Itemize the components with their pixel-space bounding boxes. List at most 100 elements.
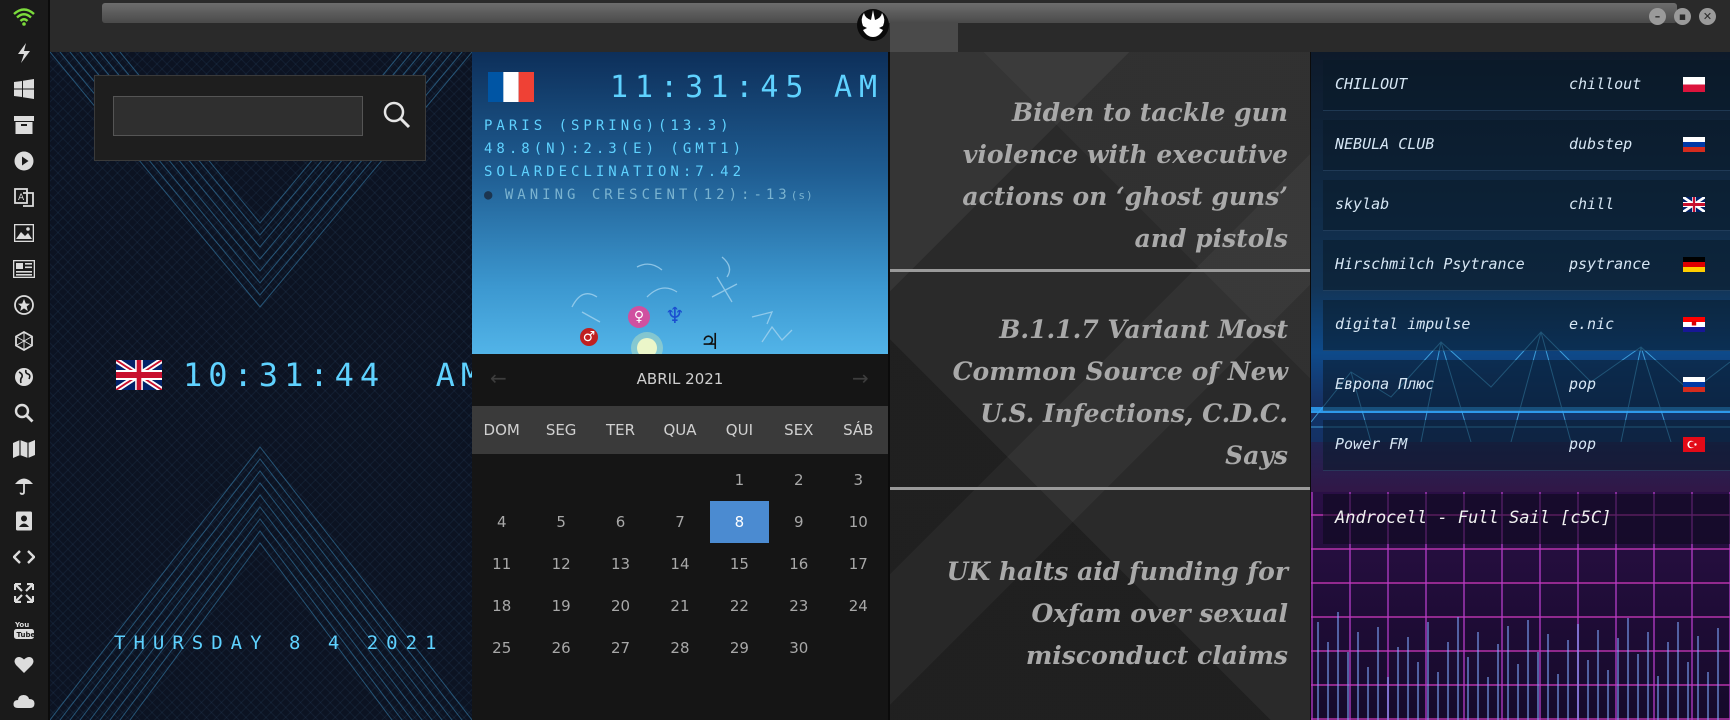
calendar-day[interactable] xyxy=(531,459,590,501)
calendar-day[interactable]: 23 xyxy=(769,585,828,627)
lightning-icon[interactable] xyxy=(11,40,37,66)
play-icon[interactable] xyxy=(11,148,37,174)
uk-time-value: 10:31:44 xyxy=(183,356,386,394)
minimize-button[interactable]: – xyxy=(1649,8,1666,25)
calendar-day[interactable]: 25 xyxy=(472,627,531,669)
windows-icon[interactable] xyxy=(11,76,37,102)
calendar-day[interactable]: 15 xyxy=(710,543,769,585)
calendar-week: 4 5 6 7 8 9 10 xyxy=(472,501,888,543)
calendar-empty xyxy=(472,459,531,501)
calendar-day[interactable]: 1 xyxy=(710,459,769,501)
radio-station[interactable]: digital impulse e.nic xyxy=(1323,300,1730,351)
expand-icon[interactable] xyxy=(11,580,37,606)
news-headline[interactable]: B.1.1.7 Variant Most Common Source of Ne… xyxy=(910,309,1288,477)
calendar-day[interactable]: 3 xyxy=(829,459,888,501)
news-icon[interactable] xyxy=(11,256,37,282)
calendar-day[interactable]: 26 xyxy=(531,627,590,669)
code-icon[interactable] xyxy=(11,544,37,570)
uk-time: 10:31:44 AM xyxy=(183,356,472,394)
news-divider xyxy=(890,269,1310,272)
calendar-day[interactable]: 21 xyxy=(650,585,709,627)
radio-station[interactable]: NEBULA CLUB dubstep xyxy=(1323,120,1730,171)
venus-symbol: ♀ xyxy=(628,306,650,328)
svg-text:You: You xyxy=(14,621,29,629)
calendar-day[interactable] xyxy=(650,459,709,501)
star-badge-icon[interactable] xyxy=(11,292,37,318)
calendar-day-selected[interactable]: 8 xyxy=(709,501,770,543)
station-name: Европа Плюс xyxy=(1335,375,1435,393)
globe-icon[interactable] xyxy=(11,364,37,390)
svg-text:A: A xyxy=(18,193,25,203)
news-headline[interactable]: Biden to tackle gun violence with execut… xyxy=(910,92,1288,260)
station-genre: pop xyxy=(1569,435,1597,453)
france-flag-icon xyxy=(488,72,534,102)
calendar-day[interactable]: 12 xyxy=(531,543,590,585)
search-box xyxy=(94,75,426,161)
weekday-fri: SEX xyxy=(784,421,814,439)
moon-phase-suffix: (s) xyxy=(790,189,814,202)
calendar-day[interactable]: 20 xyxy=(591,585,650,627)
audio-visualizer xyxy=(1317,612,1719,720)
now-playing[interactable]: Androcell - Full Sail [c5C] xyxy=(1323,494,1730,544)
calendar-day[interactable]: 6 xyxy=(591,501,650,543)
contacts-icon[interactable] xyxy=(11,508,37,534)
hexagon-icon[interactable] xyxy=(11,328,37,354)
radio-station[interactable]: Power FM pop xyxy=(1323,420,1730,471)
wifi-icon[interactable] xyxy=(11,4,37,30)
calendar-day[interactable]: 14 xyxy=(650,543,709,585)
search-input[interactable] xyxy=(113,96,363,136)
paris-time: 11:31:45 xyxy=(610,70,811,105)
calendar-day[interactable]: 27 xyxy=(591,627,650,669)
calendar-grid: 1 2 3 4 5 6 7 8 9 10 11 12 13 14 15 16 1… xyxy=(472,459,888,669)
search-button[interactable] xyxy=(377,96,417,136)
radio-station[interactable]: Европа Плюс pop xyxy=(1323,360,1730,411)
calendar-day[interactable]: 28 xyxy=(650,627,709,669)
paris-moon-phase: ● WANING CRESCENT(12):-13(s) xyxy=(484,187,814,203)
logo-tab[interactable] xyxy=(890,22,958,52)
calendar-day[interactable]: 17 xyxy=(829,543,888,585)
calendar-day[interactable]: 4 xyxy=(472,501,531,543)
heart-icon[interactable] xyxy=(11,652,37,678)
calendar-day[interactable]: 24 xyxy=(829,585,888,627)
calendar-day[interactable]: 7 xyxy=(650,501,709,543)
cloud-icon[interactable] xyxy=(11,688,37,714)
next-month-button[interactable]: → xyxy=(852,366,869,390)
umbrella-icon[interactable] xyxy=(11,472,37,498)
calendar-week: 18 19 20 21 22 23 24 xyxy=(472,585,888,627)
calendar-day[interactable]: 18 xyxy=(472,585,531,627)
news-headline[interactable]: UK halts aid funding for Oxfam over sexu… xyxy=(910,551,1288,677)
station-name: digital impulse xyxy=(1335,315,1471,333)
calendar-day[interactable]: 19 xyxy=(531,585,590,627)
paris-ampm: AM xyxy=(834,70,885,105)
map-icon[interactable] xyxy=(11,436,37,462)
calendar-day[interactable]: 22 xyxy=(710,585,769,627)
translate-icon[interactable]: A xyxy=(11,184,37,210)
radio-station[interactable]: CHILLOUT chillout xyxy=(1323,60,1730,111)
weekday-sun: DOM xyxy=(483,421,520,439)
archive-icon[interactable] xyxy=(11,112,37,138)
calendar-day[interactable]: 30 xyxy=(769,627,828,669)
search-icon[interactable] xyxy=(11,400,37,426)
calendar-day[interactable]: 9 xyxy=(769,501,828,543)
image-icon[interactable] xyxy=(11,220,37,246)
news-divider xyxy=(890,487,1310,490)
calendar-day[interactable]: 11 xyxy=(472,543,531,585)
youtube-icon[interactable]: You Tube xyxy=(11,616,37,642)
radio-panel: CHILLOUT chillout NEBULA CLUB dubstep sk… xyxy=(1311,52,1730,720)
calendar-day[interactable]: 2 xyxy=(769,459,828,501)
calendar-day[interactable]: 10 xyxy=(829,501,888,543)
calendar-day[interactable]: 13 xyxy=(591,543,650,585)
calendar-day[interactable] xyxy=(591,459,650,501)
calendar-week: 1 2 3 xyxy=(472,459,888,501)
maximize-button[interactable]: ▪ xyxy=(1674,8,1691,25)
calendar-day[interactable]: 5 xyxy=(531,501,590,543)
calendar-day[interactable]: 29 xyxy=(710,627,769,669)
calendar-day[interactable]: 16 xyxy=(769,543,828,585)
radio-station[interactable]: Hirschmilch Psytrance psytrance xyxy=(1323,240,1730,291)
weekday-thu: QUI xyxy=(725,421,753,439)
station-name: Power FM xyxy=(1335,435,1408,453)
radio-station[interactable]: skylab chill xyxy=(1323,180,1730,231)
sky-chart xyxy=(571,256,793,354)
close-button[interactable]: ✕ xyxy=(1699,8,1716,25)
poland-flag-icon xyxy=(1683,77,1705,92)
